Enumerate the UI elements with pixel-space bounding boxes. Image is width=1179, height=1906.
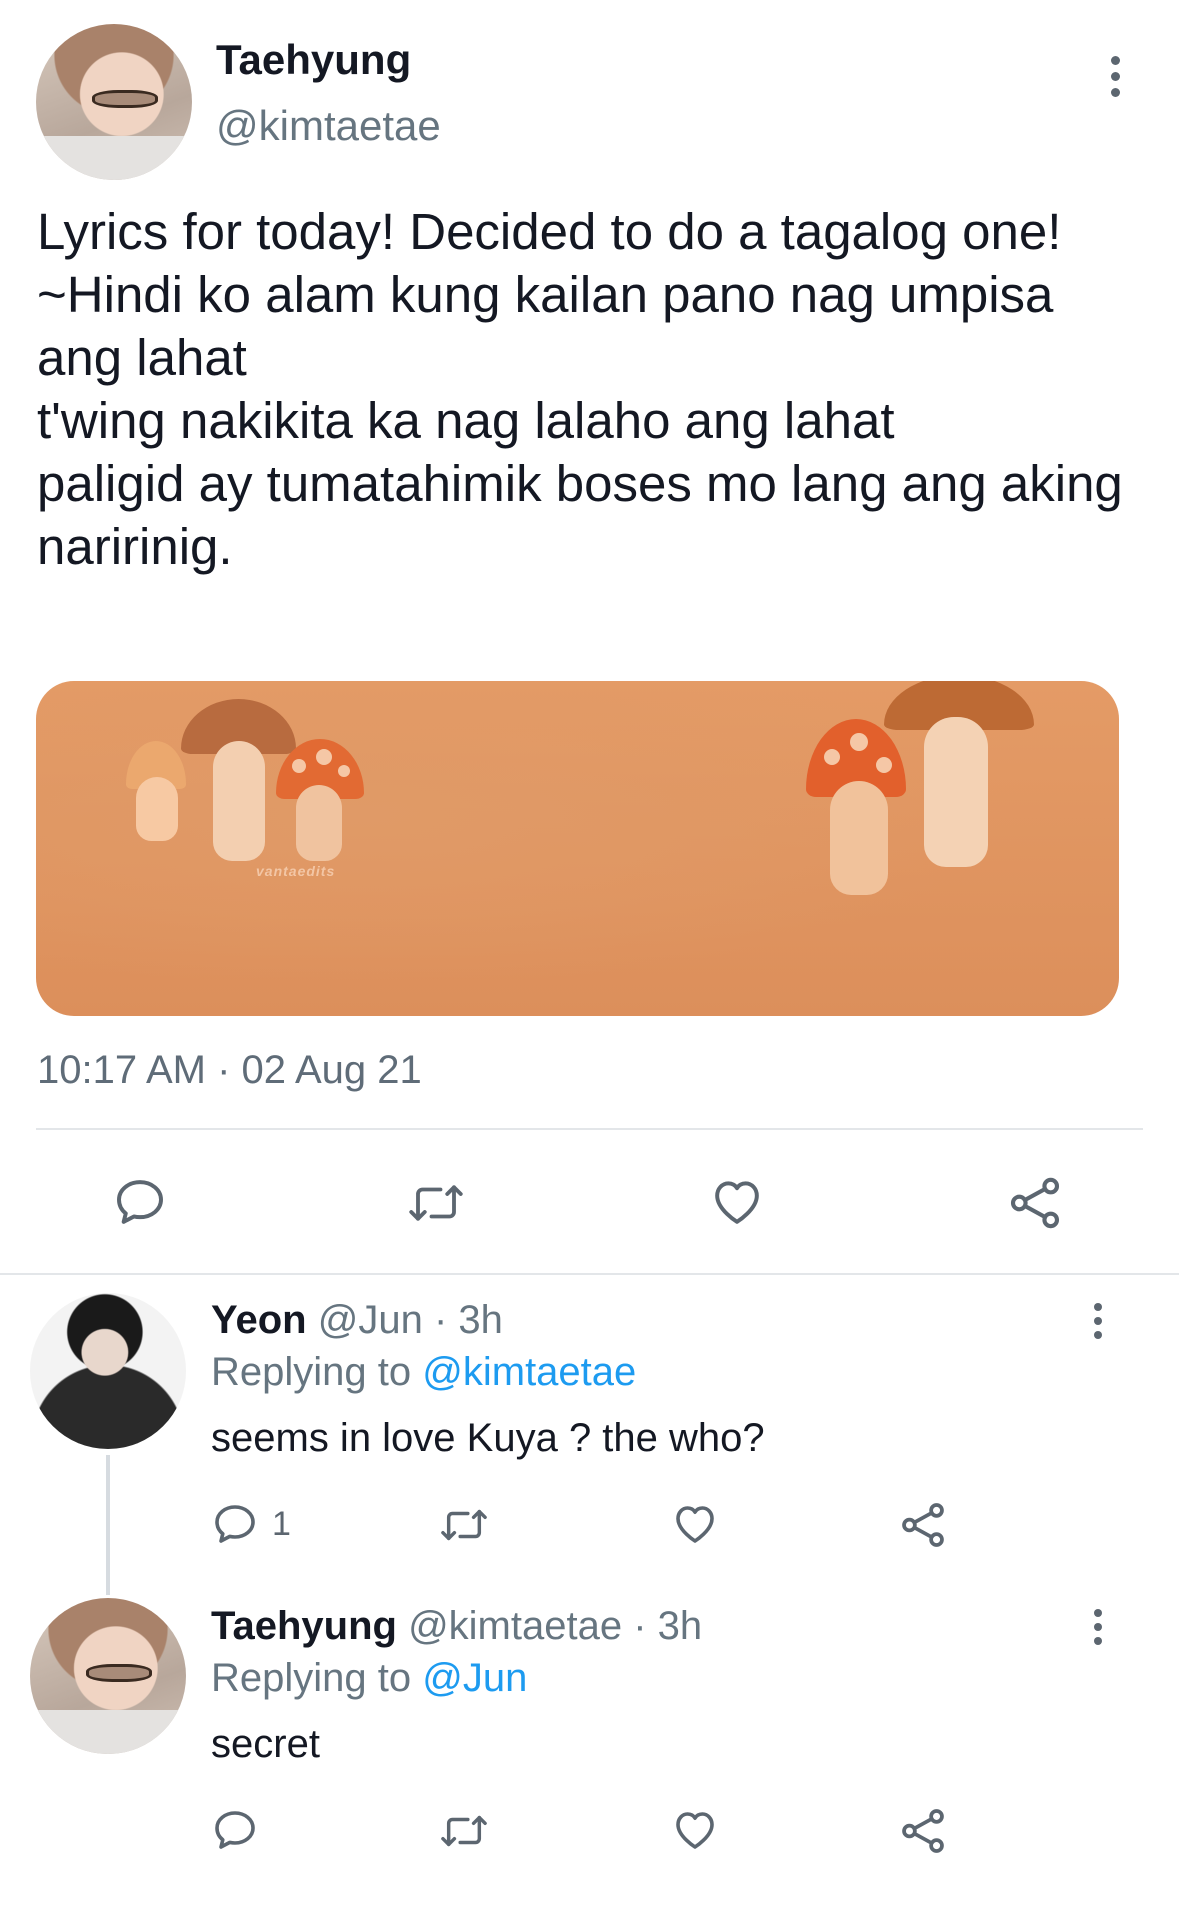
more-options-icon[interactable] [1103, 56, 1127, 97]
share-icon[interactable] [1006, 1174, 1064, 1232]
reply-avatar[interactable] [30, 1598, 186, 1754]
reply-age: · 3h [433, 1298, 503, 1342]
media-watermark: vantaedits [256, 863, 336, 879]
replying-to-label: Replying to [211, 1350, 412, 1394]
replying-to-label: Replying to [211, 1656, 412, 1700]
reply-avatar[interactable] [30, 1293, 186, 1449]
more-options-icon[interactable] [1086, 1609, 1110, 1645]
reply-header: Taehyung @kimtaetae · 3h [211, 1604, 702, 1649]
reply-header: Yeon @Jun · 3h [211, 1298, 503, 1343]
author-avatar[interactable] [36, 24, 192, 180]
divider [0, 1273, 1179, 1275]
divider [36, 1128, 1143, 1130]
thread-line [106, 1455, 110, 1595]
reply-icon[interactable] [211, 1806, 259, 1854]
reply-text: secret [211, 1722, 320, 1766]
like-icon[interactable] [670, 1806, 720, 1854]
reply-author-name[interactable]: Yeon [211, 1298, 307, 1342]
retweet-icon[interactable] [438, 1502, 490, 1548]
author-name[interactable]: Taehyung [216, 36, 411, 84]
reply-author-name[interactable]: Taehyung [211, 1604, 397, 1648]
reply-author-handle[interactable]: @Jun [318, 1298, 423, 1342]
like-icon[interactable] [670, 1500, 720, 1548]
reply-icon[interactable] [211, 1500, 259, 1548]
reply-age: · 3h [633, 1604, 703, 1648]
reply-icon[interactable] [112, 1174, 168, 1230]
like-icon[interactable] [708, 1174, 766, 1230]
tweet-media-image[interactable]: vantaedits [36, 681, 1119, 1016]
retweet-icon[interactable] [406, 1176, 466, 1230]
author-handle[interactable]: @kimtaetae [216, 102, 441, 150]
replying-to-link[interactable]: @kimtaetae [422, 1350, 636, 1394]
replying-to: Replying to @kimtaetae [211, 1350, 636, 1395]
replying-to: Replying to @Jun [211, 1656, 527, 1701]
tweet-text: Lyrics for today! Decided to do a tagalo… [37, 203, 1123, 575]
replying-to-link[interactable]: @Jun [422, 1656, 527, 1700]
more-options-icon[interactable] [1086, 1303, 1110, 1339]
share-icon[interactable] [898, 1500, 948, 1550]
reply-author-handle[interactable]: @kimtaetae [408, 1604, 622, 1648]
share-icon[interactable] [898, 1806, 948, 1856]
tweet-timestamp: 10:17 AM · 02 Aug 21 [37, 1048, 422, 1092]
reply-count: 1 [272, 1505, 291, 1543]
retweet-icon[interactable] [438, 1808, 490, 1854]
reply-text: seems in love Kuya ? the who? [211, 1416, 765, 1460]
